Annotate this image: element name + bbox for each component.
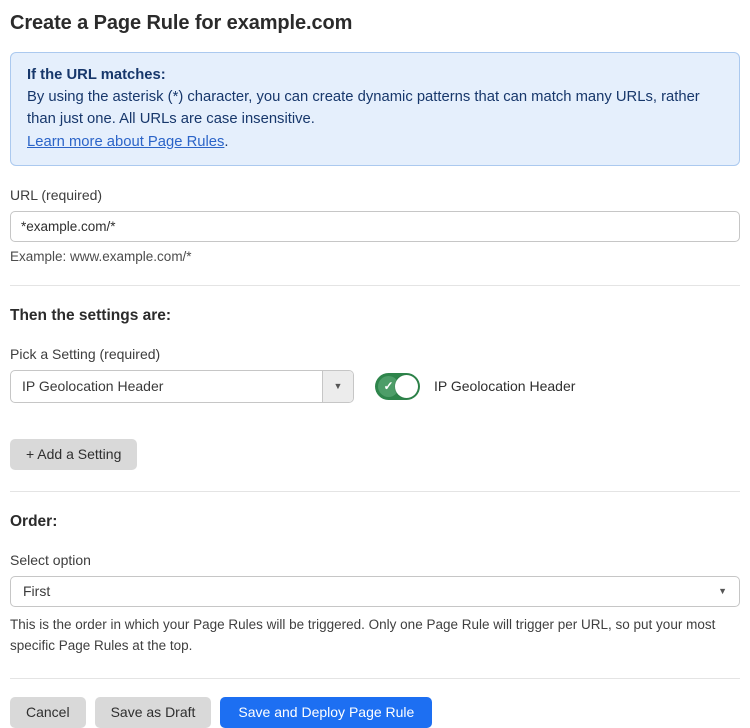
chevron-down-icon: ▼: [334, 382, 343, 391]
learn-more-link[interactable]: Learn more about Page Rules: [27, 134, 224, 150]
select-option-label: Select option: [10, 552, 740, 568]
footer-actions: Cancel Save as Draft Save and Deploy Pag…: [10, 697, 740, 728]
order-select[interactable]: First ▼: [10, 576, 740, 607]
url-matches-info-box: If the URL matches: By using the asteris…: [10, 52, 740, 166]
divider: [10, 491, 740, 492]
toggle-knob: [395, 375, 418, 398]
url-input[interactable]: [10, 211, 740, 242]
divider: [10, 678, 740, 679]
info-box-body: By using the asterisk (*) character, you…: [27, 86, 723, 130]
save-and-deploy-button[interactable]: Save and Deploy Page Rule: [220, 697, 432, 728]
pick-setting-label: Pick a Setting (required): [10, 346, 740, 362]
info-box-heading: If the URL matches:: [27, 64, 723, 86]
setting-select-value: IP Geolocation Header: [11, 371, 322, 402]
toggle-label: IP Geolocation Header: [434, 378, 575, 394]
url-field-label: URL (required): [10, 187, 740, 203]
url-example-helper: Example: www.example.com/*: [10, 249, 740, 264]
link-suffix-text: .: [224, 134, 228, 150]
order-helper-text: This is the order in which your Page Rul…: [10, 615, 728, 657]
order-select-value: First: [23, 583, 50, 599]
save-as-draft-button[interactable]: Save as Draft: [95, 697, 212, 728]
setting-select[interactable]: IP Geolocation Header ▼: [10, 370, 354, 403]
setting-row: IP Geolocation Header ▼ ✓ IP Geolocation…: [10, 370, 740, 403]
add-setting-button[interactable]: + Add a Setting: [10, 439, 137, 470]
chevron-down-icon: ▼: [718, 587, 727, 596]
ip-geolocation-toggle[interactable]: ✓: [375, 373, 420, 400]
order-section-heading: Order:: [10, 513, 740, 531]
divider: [10, 285, 740, 286]
setting-select-arrow-button[interactable]: ▼: [322, 371, 353, 402]
cancel-button[interactable]: Cancel: [10, 697, 86, 728]
settings-section-heading: Then the settings are:: [10, 307, 740, 325]
page-title: Create a Page Rule for example.com: [10, 12, 740, 35]
